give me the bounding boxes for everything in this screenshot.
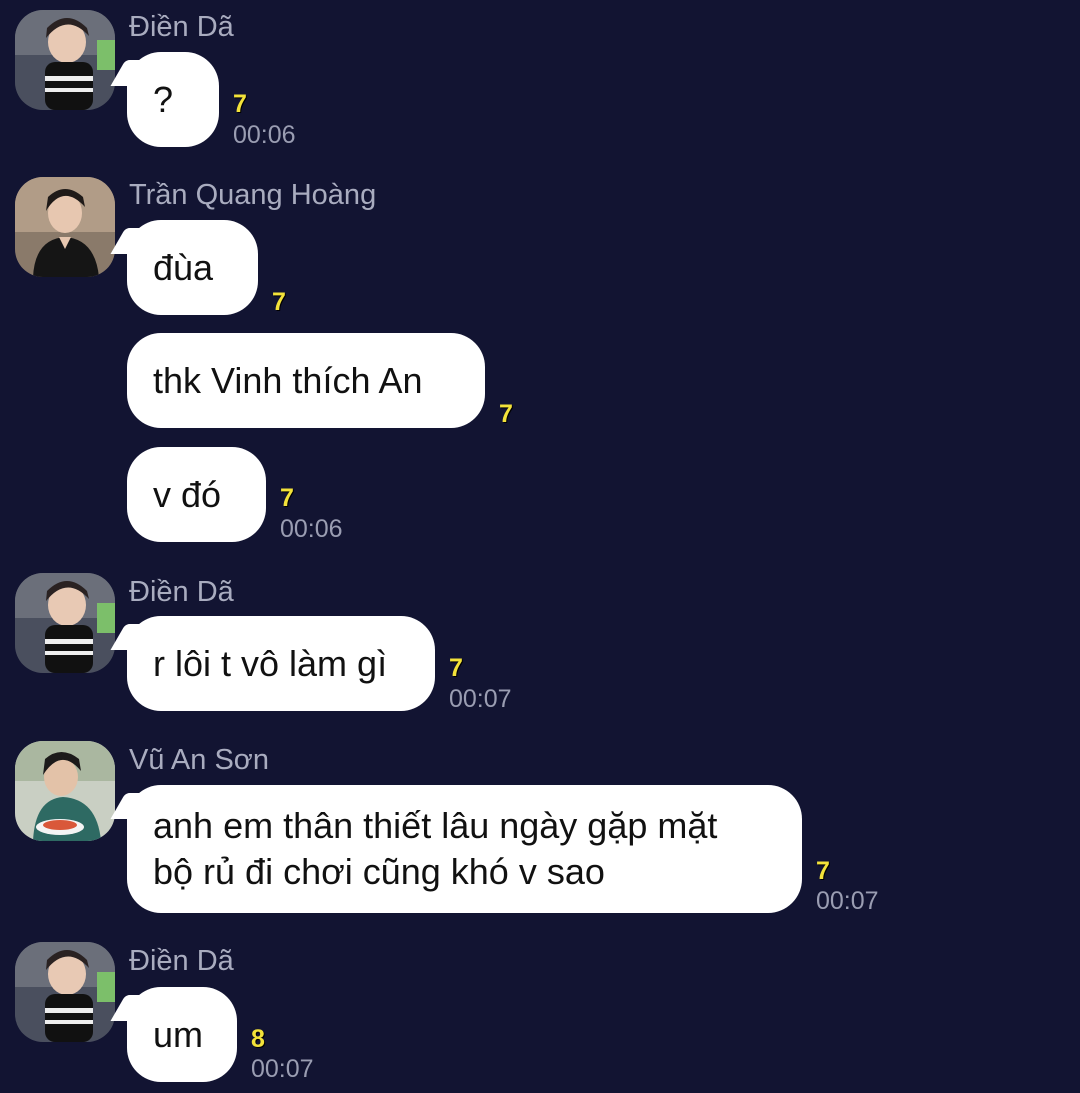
avatar-dien-da-icon[interactable] xyxy=(15,942,115,1042)
message-text: r lôi t vô làm gì xyxy=(153,642,388,684)
message-bubble[interactable]: um xyxy=(127,987,237,1082)
message-bubble[interactable]: anh em thân thiết lâu ngày gặp mặt bộ rủ… xyxy=(127,785,802,913)
message-text: um xyxy=(153,1013,204,1055)
seen-count: 7 xyxy=(272,288,286,316)
message-text-line: bộ rủ đi chơi cũng khó v sao xyxy=(153,851,605,892)
message-text-line: anh em thân thiết lâu ngày gặp mặt xyxy=(153,805,718,846)
seen-count: 7 xyxy=(280,484,294,512)
message-bubble[interactable]: v đó xyxy=(127,447,266,542)
seen-count: 7 xyxy=(233,90,247,118)
avatar-tran-quang-hoang-icon[interactable] xyxy=(15,177,115,277)
message-text: thk Vinh thích An xyxy=(153,359,423,401)
message-time: 00:06 xyxy=(233,121,296,149)
sender-name: Điền Dã xyxy=(129,945,234,977)
message-time: 00:06 xyxy=(280,515,343,543)
message-time: 00:07 xyxy=(251,1055,314,1083)
message-text: đùa xyxy=(153,246,214,288)
sender-name: Điền Dã xyxy=(129,576,234,608)
message-text: ? xyxy=(153,78,174,120)
avatar-dien-da-icon[interactable] xyxy=(15,10,115,110)
sender-name: Điền Dã xyxy=(129,11,234,43)
message-time: 00:07 xyxy=(816,887,879,915)
avatar-dien-da-icon[interactable] xyxy=(15,573,115,673)
message-bubble[interactable]: thk Vinh thích An xyxy=(127,333,485,428)
sender-name: Trần Quang Hoàng xyxy=(129,179,377,211)
message-bubble[interactable]: r lôi t vô làm gì xyxy=(127,616,435,711)
message-time: 00:07 xyxy=(449,685,512,713)
seen-count: 8 xyxy=(251,1025,265,1053)
chat-thread: Điền Dã ? 7 00:06 Trần Quang Hoàng đùa 7… xyxy=(0,0,1080,1093)
avatar-vu-an-son-icon[interactable] xyxy=(15,741,115,841)
seen-count: 7 xyxy=(449,654,463,682)
seen-count: 7 xyxy=(816,857,830,885)
message-text: anh em thân thiết lâu ngày gặp mặt bộ rủ… xyxy=(153,803,717,895)
message-bubble[interactable]: đùa xyxy=(127,220,258,315)
seen-count: 7 xyxy=(499,400,513,428)
message-bubble[interactable]: ? xyxy=(127,52,219,147)
message-text: v đó xyxy=(153,473,222,515)
sender-name: Vũ An Sơn xyxy=(129,744,269,776)
